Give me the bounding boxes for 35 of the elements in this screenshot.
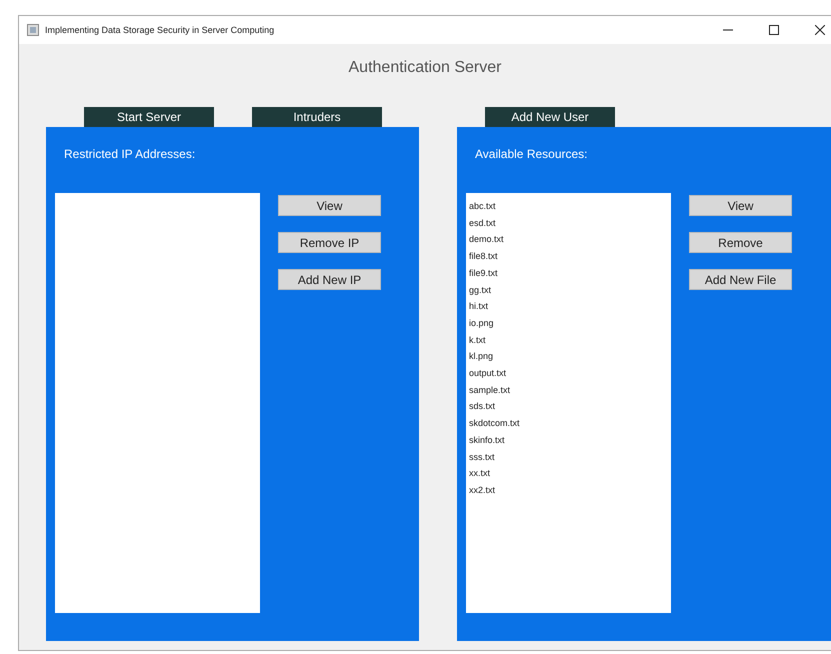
maximize-icon[interactable] [769,25,779,35]
list-item[interactable]: kl.png [469,348,668,366]
list-item[interactable]: xx2.txt [469,482,668,499]
list-item[interactable]: file9.txt [469,264,668,282]
nav-button[interactable]: Add New User [485,107,615,127]
list-item[interactable]: io.png [469,314,668,332]
list-item[interactable]: sds.txt [469,398,668,416]
list-item[interactable]: skinfo.txt [469,432,668,449]
panel-label: Available Resources: [474,147,589,163]
list-item[interactable]: k.txt [469,332,668,348]
action-button[interactable]: View [278,195,381,216]
nav-button[interactable]: Start Server [84,107,214,127]
list-item[interactable]: skdotcom.txt [469,415,668,432]
page-heading: Authentication Server [348,59,502,78]
list-box[interactable]: abc.txt esd.txt demo.txt file8.txt file9.txt gg.txt hi.txt io.png k.txt kl.png output.txt sample.txt sds.txt skdotcom.txt skinfo.txt sss.txt xx.txt xx2.txt [466,193,671,613]
list-item[interactable]: abc.txt [469,198,668,215]
list-item[interactable]: demo.txt [469,231,668,248]
nav-button[interactable]: Intruders [252,107,382,127]
list-item[interactable]: esd.txt [469,214,668,232]
list-item[interactable]: output.txt [469,365,668,382]
action-button[interactable]: Remove IP [278,232,381,253]
action-button[interactable]: View [689,195,792,216]
window-title: Implementing Data Storage Security in Server Computing [45,25,274,35]
action-button[interactable]: Add New File [689,269,792,290]
list-item[interactable]: xx.txt [469,465,668,482]
panel-label: Restricted IP Addresses: [63,147,196,163]
list-item[interactable]: hi.txt [469,298,668,315]
close-icon[interactable] [815,25,825,35]
action-button[interactable]: Add New IP [278,269,381,290]
list-item[interactable]: sss.txt [469,448,668,466]
app-icon [27,24,39,36]
list-item[interactable]: file8.txt [469,248,668,265]
list-item[interactable]: sample.txt [469,382,668,398]
action-button[interactable]: Remove [689,232,792,253]
list-item[interactable]: gg.txt [469,282,668,298]
